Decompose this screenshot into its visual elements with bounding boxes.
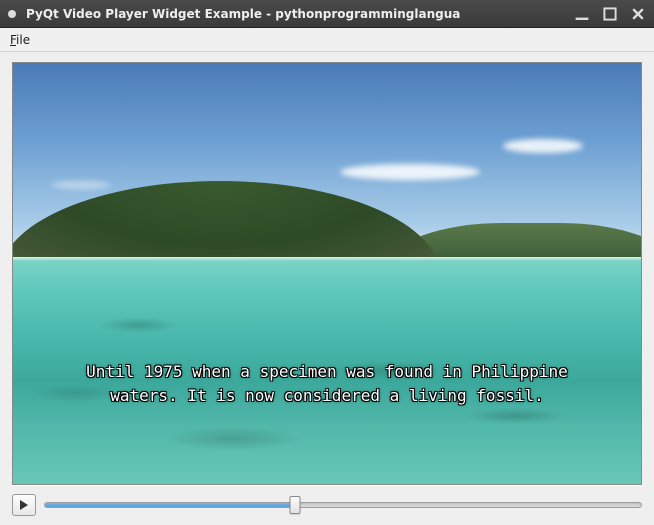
titlebar: PyQt Video Player Widget Example - pytho… <box>0 0 654 28</box>
play-button[interactable] <box>12 494 36 516</box>
player-controls <box>12 493 642 517</box>
position-slider[interactable] <box>44 495 642 515</box>
menubar: File <box>0 28 654 52</box>
window-controls <box>574 6 646 22</box>
window-title: PyQt Video Player Widget Example - pytho… <box>26 7 566 21</box>
menu-file-mnemonic: F <box>10 33 16 47</box>
minimize-icon <box>574 6 590 22</box>
play-icon <box>19 500 29 510</box>
minimize-button[interactable] <box>574 6 590 22</box>
close-button[interactable] <box>630 6 646 22</box>
subtitle-text: Until 1975 when a specimen was found in … <box>13 360 641 408</box>
slider-thumb[interactable] <box>290 496 301 514</box>
app-window: PyQt Video Player Widget Example - pytho… <box>0 0 654 525</box>
close-icon <box>630 6 646 22</box>
video-frame-image <box>13 63 641 484</box>
video-widget[interactable]: Until 1975 when a specimen was found in … <box>12 62 642 485</box>
app-indicator-icon <box>8 10 16 18</box>
slider-fill <box>45 503 295 507</box>
maximize-icon <box>602 6 618 22</box>
slider-track <box>44 502 642 508</box>
content-area: Until 1975 when a specimen was found in … <box>0 52 654 525</box>
maximize-button[interactable] <box>602 6 618 22</box>
menu-file[interactable]: File <box>4 31 36 49</box>
